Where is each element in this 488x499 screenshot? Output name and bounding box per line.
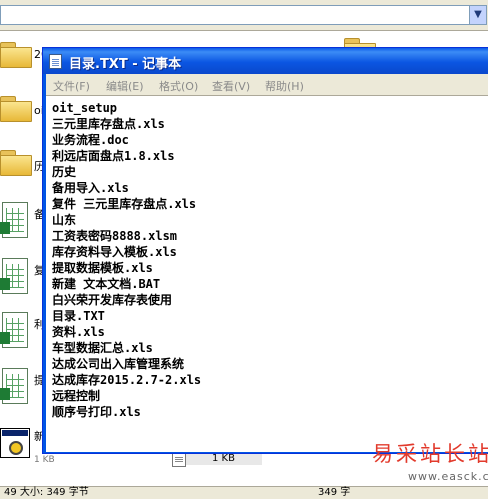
address-dropdown-button[interactable]: ▼ [469,5,487,25]
folder-icon[interactable] [0,150,32,176]
folder-icon[interactable] [0,42,32,68]
excel-file-icon[interactable] [0,368,30,406]
address-bar: ▼ [0,0,488,31]
excel-file-icon[interactable] [0,258,30,296]
text-line: 达成库存2015.2.7-2.xls [52,373,202,387]
text-line: 库存资料导入模板.xls [52,245,177,259]
text-editor-area[interactable]: oit_setup 三元里库存盘点.xls 业务流程.doc 利远店面盘点1.8… [46,95,488,452]
watermark-text: 易采站长站 [372,442,488,466]
text-line: 车型数据汇总.xls [52,341,153,355]
text-line: 目录.TXT [52,309,105,323]
notepad-titlebar[interactable]: 目录.TXT - 记事本 [43,48,488,74]
menu-view[interactable]: 查看(V) [212,78,250,94]
watermark: 易采站长站 www.easck.com [360,432,488,498]
menu-format[interactable]: 格式(O) [159,78,198,94]
text-line: 达成公司出入库管理系统 [52,357,185,371]
text-line: 提取数据模板.xls [52,261,153,275]
text-line: 历史 [52,165,77,179]
text-line: 远程控制 [52,389,101,403]
text-line: 三元里库存盘点.xls [52,117,165,131]
notepad-icon[interactable] [49,54,62,69]
menu-edit[interactable]: 编辑(E) [106,78,144,94]
text-lines: oit_setup 三元里库存盘点.xls 业务流程.doc 利远店面盘点1.8… [52,100,201,420]
batch-file-icon[interactable] [0,424,32,464]
text-line: 资料.xls [52,325,105,339]
folder-icon[interactable] [0,96,32,122]
notepad-window: 目录.TXT - 记事本 文件(F) 编辑(E) 格式(O) 查看(V) 帮助(… [42,47,488,454]
watermark-url: www.easck.com [408,470,488,483]
excel-file-icon[interactable] [0,312,30,350]
text-line: 备用导入.xls [52,181,129,195]
text-line: 新建 文本文档.BAT [52,277,161,291]
excel-file-icon[interactable] [0,202,30,240]
menu-file[interactable]: 文件(F) [53,78,90,94]
text-line: oit_setup [52,101,118,115]
text-line: 利远店面盘点1.8.xls [52,149,175,163]
text-line: 复件 三元里库存盘点.xls [52,197,197,211]
text-line: 顺序号打印.xls [52,405,141,419]
status-left: 49 大小: 349 字节 [4,487,89,498]
menu-help[interactable]: 帮助(H) [265,78,304,94]
file-size-value: 1 KB [212,453,235,464]
text-line: 白兴荣开发库存表使用 [52,293,173,307]
window-title: 目录.TXT - 记事本 [69,57,182,72]
text-line: 工资表密码8888.xlsm [52,229,178,243]
text-line: 山东 [52,213,77,227]
text-line: 业务流程.doc [52,133,129,147]
status-right: 349 字 [318,487,351,498]
file-size-label: 1 KB [34,455,55,465]
menu-bar: 文件(F) 编辑(E) 格式(O) 查看(V) 帮助(H) [46,74,488,95]
address-field[interactable] [0,5,470,25]
